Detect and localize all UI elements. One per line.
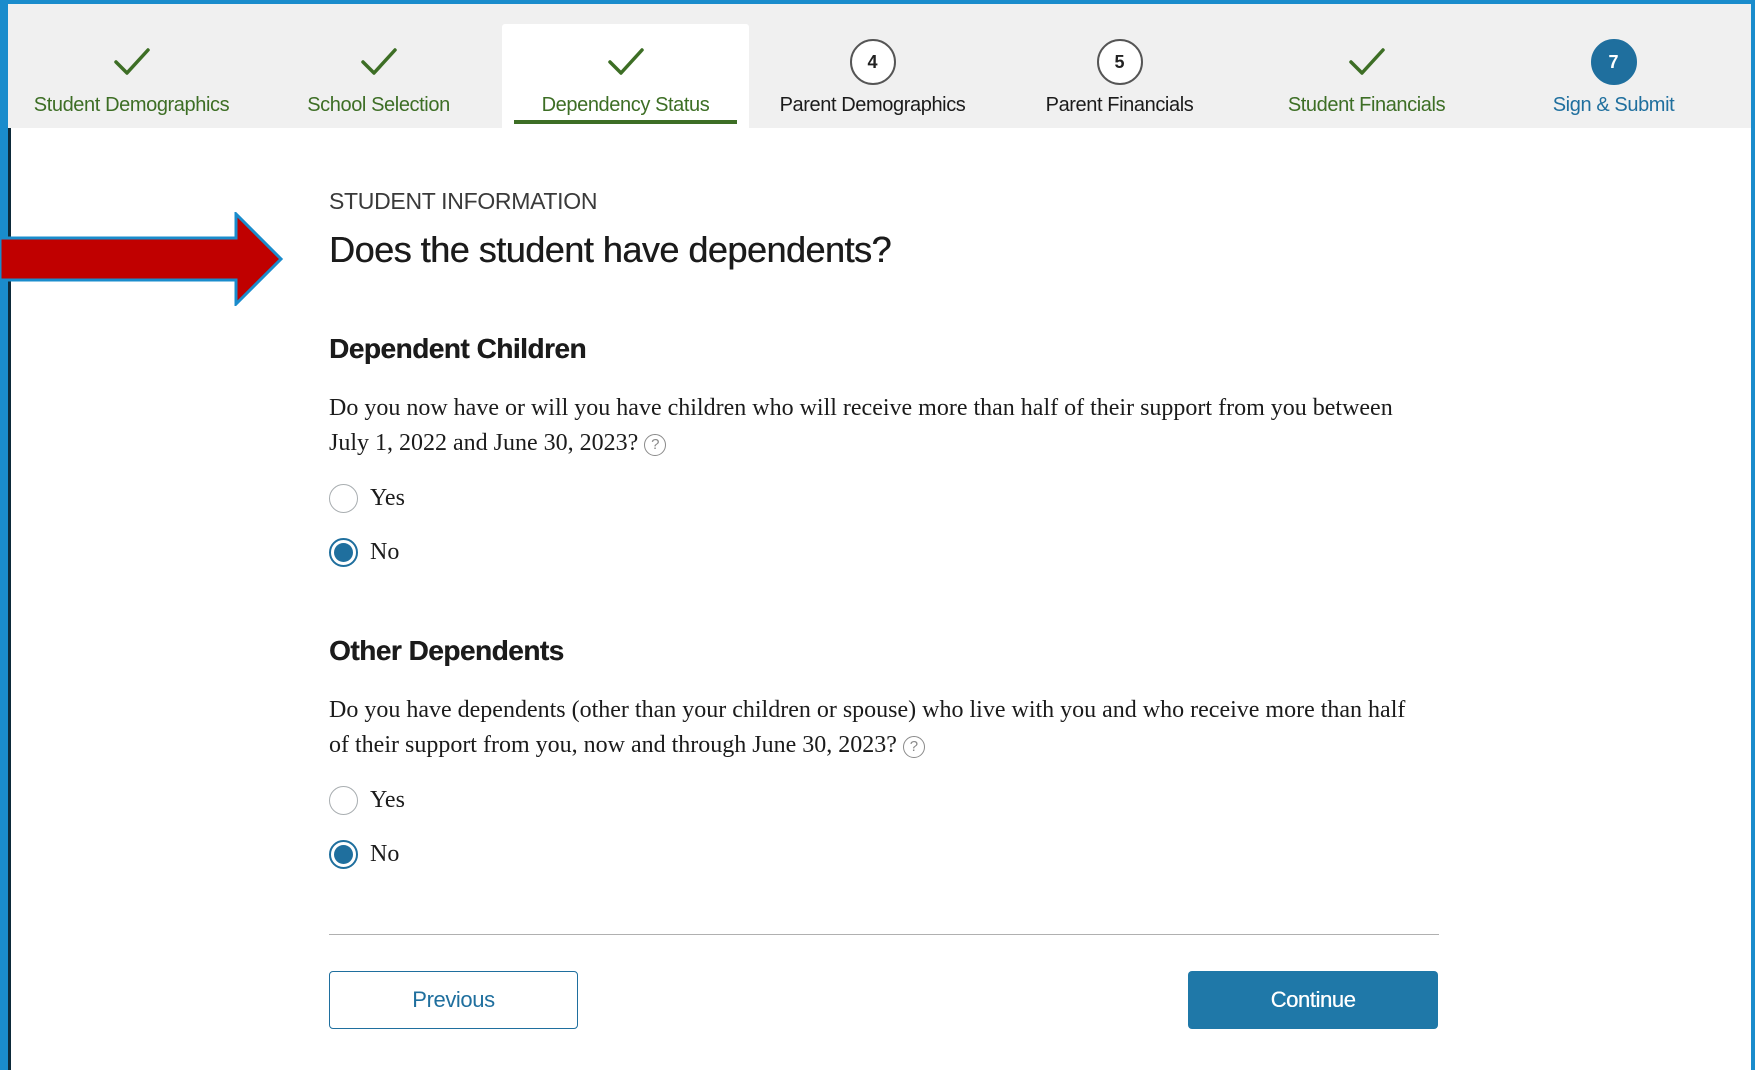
other-dependents-section: Other Dependents Do you have dependents … <box>329 635 1439 871</box>
step-label: Dependency Status <box>541 94 710 116</box>
radio-button[interactable] <box>329 483 358 513</box>
step-sign-submit[interactable]: 7 Sign & Submit <box>1490 4 1737 128</box>
help-icon[interactable]: ? <box>644 433 667 456</box>
step-number-badge: 7 <box>1590 39 1637 85</box>
step-label: School Selection <box>307 94 450 116</box>
step-school-selection[interactable]: School Selection <box>255 4 502 128</box>
section-title: Other Dependents <box>329 635 564 666</box>
question-label: Do you now have or will you have childre… <box>329 395 1393 456</box>
active-step-underline <box>514 120 737 124</box>
question-text: Do you have dependents (other than your … <box>329 693 1419 763</box>
section-eyebrow: STUDENT INFORMATION <box>329 188 598 214</box>
step-parent-financials[interactable]: 5 Parent Financials <box>996 4 1243 128</box>
radio-label: Yes <box>370 484 405 511</box>
question-content: STUDENT INFORMATION Does the student hav… <box>329 188 1439 871</box>
step-label: Parent Financials <box>1045 94 1194 116</box>
radio-button-checked[interactable] <box>329 839 358 869</box>
question-text: Do you now have or will you have childre… <box>329 391 1419 461</box>
section-title: Dependent Children <box>329 333 587 364</box>
dependent-children-section: Dependent Children Do you now have or wi… <box>329 333 1439 569</box>
help-icon[interactable]: ? <box>902 735 925 758</box>
step-dependency-status[interactable]: Dependency Status <box>502 24 749 128</box>
step-number-badge: 5 <box>1096 39 1143 85</box>
radio-no[interactable]: No <box>329 837 1439 871</box>
checkmark-icon <box>359 42 399 82</box>
step-parent-demographics[interactable]: 4 Parent Demographics <box>749 4 996 128</box>
radio-button-checked[interactable] <box>329 537 358 567</box>
step-label: Student Demographics <box>33 94 230 116</box>
radio-yes[interactable]: Yes <box>329 481 1439 515</box>
step-number-badge: 4 <box>849 39 896 85</box>
previous-button[interactable]: Previous <box>329 971 578 1029</box>
step-student-financials[interactable]: Student Financials <box>1243 4 1490 128</box>
radio-button[interactable] <box>329 785 358 815</box>
radio-yes[interactable]: Yes <box>329 783 1439 817</box>
radio-label: No <box>370 840 400 867</box>
divider <box>329 934 1439 935</box>
step-label: Sign & Submit <box>1552 94 1675 116</box>
red-arrow-annotation <box>0 212 284 306</box>
radio-label: Yes <box>370 786 405 813</box>
checkmark-icon <box>606 42 646 82</box>
question-label: Do you have dependents (other than your … <box>329 697 1406 758</box>
step-label: Parent Demographics <box>779 94 966 116</box>
continue-button[interactable]: Continue <box>1188 971 1438 1029</box>
radio-label: No <box>370 538 400 565</box>
step-label: Student Financials <box>1287 94 1446 116</box>
checkmark-icon <box>1347 42 1387 82</box>
step-student-demographics[interactable]: Student Demographics <box>8 4 255 128</box>
checkmark-icon <box>112 42 152 82</box>
page-title: Does the student have dependents? <box>329 229 891 270</box>
progress-stepper: Student Demographics School Selection De… <box>8 4 1751 128</box>
radio-no[interactable]: No <box>329 535 1439 569</box>
